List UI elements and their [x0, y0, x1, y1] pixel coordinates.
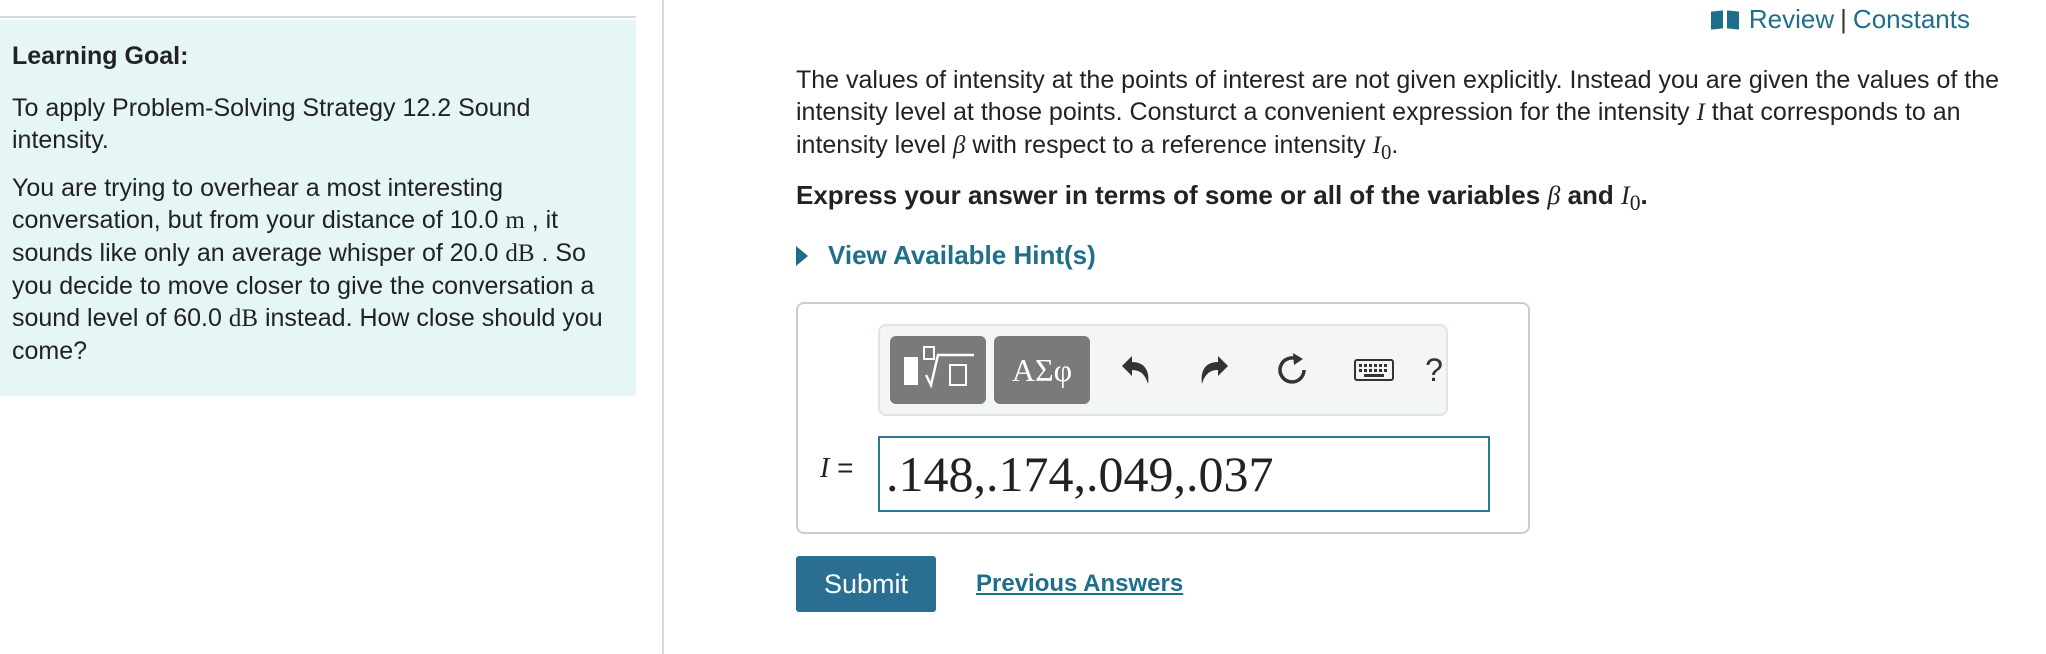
var-beta: β	[953, 132, 966, 159]
answer-variable: I	[820, 453, 830, 484]
undo-button[interactable]	[1114, 346, 1158, 394]
review-link[interactable]: Review	[1749, 4, 1834, 35]
caret-right-icon	[796, 245, 808, 266]
var-ref-subscript: 0	[1380, 140, 1392, 164]
learning-goal-panel: Learning Goal: To apply Problem-Solving …	[0, 20, 636, 396]
keyboard-icon	[1354, 359, 1394, 381]
answer-instruction: Express your answer in terms of some or …	[796, 180, 1648, 216]
view-hints-label: View Available Hint(s)	[828, 240, 1096, 270]
unit-decibel-2: dB	[228, 305, 259, 332]
templates-icon	[904, 346, 974, 389]
reset-button[interactable]	[1270, 346, 1314, 394]
math-toolbar: ΑΣφ ?	[878, 324, 1448, 416]
constants-link[interactable]: Constants	[1853, 4, 1970, 35]
learning-goal-text: To apply Problem-Solving Strategy 12.2 S…	[12, 94, 531, 154]
view-hints-toggle[interactable]: View Available Hint(s)	[796, 240, 1096, 271]
answer-box: ΑΣφ ? I = .148,.174,.049,.037	[796, 302, 1530, 534]
answer-equals: =	[829, 452, 854, 483]
problem-statement: You are trying to overhear a most intere…	[12, 172, 624, 367]
unit-meters: m	[505, 207, 525, 234]
keyboard-button[interactable]	[1352, 346, 1396, 394]
learning-goal-title: Learning Goal:	[12, 42, 189, 70]
instruction-var-beta: β	[1547, 181, 1561, 210]
book-icon	[1711, 9, 1739, 31]
instruction-middle: and	[1560, 180, 1622, 210]
instruction-subscript: 0	[1629, 191, 1641, 216]
symbols-button[interactable]: ΑΣφ	[994, 336, 1090, 404]
var-intensity: I	[1696, 99, 1705, 126]
var-ref-intensity: I	[1372, 132, 1381, 159]
unit-decibel-1: dB	[505, 240, 535, 267]
instruction-var-ref: I	[1621, 181, 1630, 210]
help-button[interactable]: ?	[1412, 346, 1456, 394]
link-separator: |	[1840, 4, 1847, 34]
redo-icon	[1201, 356, 1228, 384]
undo-icon	[1122, 356, 1149, 384]
redo-button[interactable]	[1192, 346, 1236, 394]
previous-answers-link[interactable]: Previous Answers	[976, 570, 1183, 598]
instruction-suffix: .	[1640, 180, 1648, 210]
top-links: Review | Constants	[1711, 4, 1970, 35]
left-top-rule	[0, 16, 636, 18]
question-part-3: with respect to a reference intensity	[965, 131, 1373, 159]
answer-input[interactable]: .148,.174,.049,.037	[878, 436, 1490, 512]
question-text: The values of intensity at the points of…	[796, 64, 2026, 168]
answer-variable-label: I =	[820, 452, 853, 485]
reset-icon	[1278, 353, 1306, 384]
question-part-4: .	[1391, 131, 1399, 159]
panel-divider	[662, 0, 664, 654]
templates-button[interactable]	[890, 336, 986, 404]
instruction-prefix: Express your answer in terms of some or …	[796, 180, 1548, 210]
problem-text-a: You are trying to overhear a most intere…	[12, 174, 506, 234]
submit-button[interactable]: Submit	[796, 556, 936, 612]
